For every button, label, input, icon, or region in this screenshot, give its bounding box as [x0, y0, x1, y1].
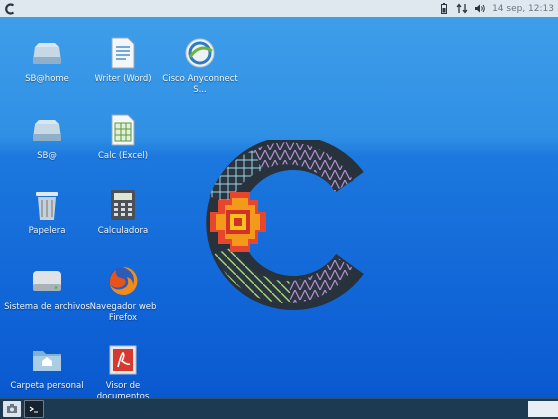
distro-c-logo-icon: [206, 140, 364, 310]
desktop-icon-sb[interactable]: SB@: [4, 112, 90, 162]
firefox-icon: [105, 263, 141, 299]
desktop-icon-calculadora[interactable]: Calculadora: [80, 187, 166, 237]
desktop-icon-sistema-archivos[interactable]: Sistema de archivos: [4, 263, 90, 313]
drive-icon: [29, 35, 65, 71]
network-arrows-icon[interactable]: [456, 3, 468, 15]
desktop: SB@home SB@ Papelera Sistema de archivos…: [0, 17, 558, 398]
show-desktop-icon[interactable]: [3, 401, 21, 417]
hard-disk-icon: [29, 263, 65, 299]
bottom-panel: [0, 398, 558, 419]
document-icon: [105, 35, 141, 71]
top-panel: 14 sep, 12:13: [0, 0, 558, 18]
desktop-icon-papelera[interactable]: Papelera: [4, 187, 90, 237]
volume-icon[interactable]: [474, 3, 486, 15]
trash-icon: [29, 187, 65, 223]
desktop-icon-firefox[interactable]: Navegador web Firefox: [80, 263, 166, 324]
desktop-icon-carpeta-personal[interactable]: Carpeta personal: [4, 342, 90, 392]
terminal-icon[interactable]: [24, 400, 44, 418]
cisco-anyconnect-icon: [182, 35, 218, 71]
desktop-icon-cisco-anyconnect[interactable]: Cisco Anyconnect S...: [157, 35, 243, 96]
battery-icon[interactable]: [438, 3, 450, 15]
pdf-viewer-icon: [105, 342, 141, 378]
desktop-icon-sb-home[interactable]: SB@home: [4, 35, 90, 85]
spreadsheet-icon: [105, 112, 141, 148]
calculator-icon: [105, 187, 141, 223]
app-menu-logo-icon[interactable]: [4, 2, 16, 15]
workspace-switcher[interactable]: [528, 401, 558, 417]
clock[interactable]: 14 sep, 12:13: [492, 4, 554, 14]
desktop-icon-calc[interactable]: Calc (Excel): [80, 112, 166, 162]
desktop-icon-visor-documentos[interactable]: Visor de documentos: [80, 342, 166, 398]
desktop-icon-writer[interactable]: Writer (Word): [80, 35, 166, 85]
drive-icon: [29, 112, 65, 148]
home-folder-icon: [29, 342, 65, 378]
